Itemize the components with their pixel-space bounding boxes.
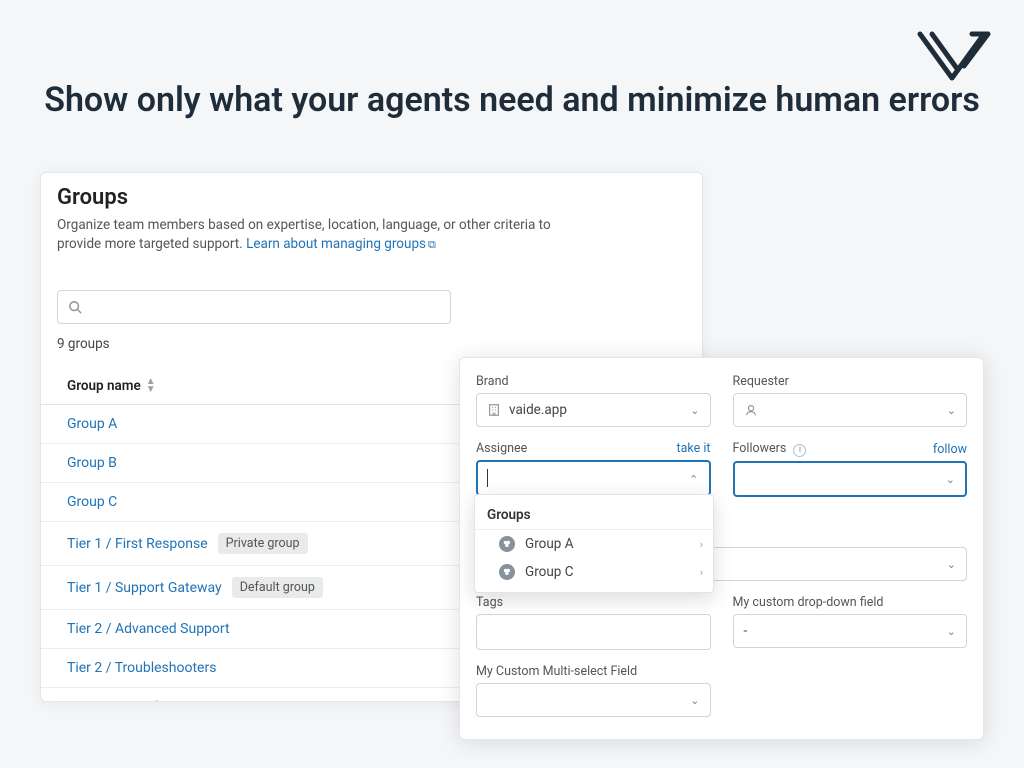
group-link[interactable]: Tier 2 / Advanced Support bbox=[67, 621, 230, 637]
page-headline: Show only what your agents need and mini… bbox=[0, 78, 1024, 122]
followers-select[interactable]: ⌄ bbox=[733, 461, 968, 497]
group-link[interactable]: Tier 1 / Support Gateway bbox=[67, 580, 222, 596]
learn-link[interactable]: Learn about managing groups⧉ bbox=[246, 236, 436, 252]
dropdown-heading: Groups bbox=[475, 501, 713, 529]
assignee-select[interactable]: ⌄ bbox=[476, 460, 711, 496]
groups-count: 9 groups bbox=[57, 336, 686, 352]
requester-label: Requester bbox=[733, 374, 968, 389]
groups-description: Organize team members based on expertise… bbox=[57, 216, 587, 254]
custom-dropdown-select[interactable]: - ⌄ bbox=[733, 614, 968, 648]
ticket-fields-card: Brand vaide.app ⌄ Requester ⌄ Assignee bbox=[459, 357, 984, 740]
tags-label: Tags bbox=[476, 595, 711, 610]
groups-title: Groups bbox=[57, 185, 686, 210]
user-icon bbox=[744, 403, 758, 417]
building-icon bbox=[487, 403, 501, 417]
chevron-down-icon: ⌄ bbox=[690, 404, 699, 417]
chevron-down-icon: ⌄ bbox=[947, 625, 956, 638]
chevron-down-icon: ⌄ bbox=[690, 694, 699, 707]
tags-input[interactable] bbox=[476, 614, 711, 650]
group-link[interactable]: Group C bbox=[67, 494, 117, 510]
brand-logo bbox=[914, 22, 994, 86]
assignee-input[interactable] bbox=[487, 469, 700, 487]
brand-select[interactable]: vaide.app ⌄ bbox=[476, 393, 711, 427]
chevron-right-icon: › bbox=[700, 538, 703, 551]
take-it-link[interactable]: take it bbox=[677, 441, 711, 456]
group-link[interactable]: Group A bbox=[67, 416, 117, 432]
people-icon bbox=[499, 536, 515, 552]
search-icon bbox=[68, 300, 82, 314]
group-link[interactable]: Tier 1 / First Response bbox=[67, 536, 208, 552]
assignee-dropdown: Groups Group A › Group C › bbox=[474, 494, 714, 593]
info-icon: i bbox=[793, 444, 806, 457]
requester-select[interactable]: ⌄ bbox=[733, 393, 968, 427]
dropdown-item-group-c[interactable]: Group C › bbox=[475, 558, 713, 586]
chevron-up-icon: ⌄ bbox=[689, 472, 698, 485]
chevron-right-icon: › bbox=[700, 566, 703, 579]
custom-multiselect-label: My Custom Multi-select Field bbox=[476, 664, 711, 679]
group-badge: Default group bbox=[232, 577, 323, 598]
people-icon bbox=[499, 564, 515, 580]
group-link[interactable]: Tier 3 / Critical Support bbox=[67, 699, 211, 702]
chevron-down-icon: ⌄ bbox=[947, 558, 956, 571]
dropdown-item-group-a[interactable]: Group A › bbox=[475, 530, 713, 558]
chevron-down-icon: ⌄ bbox=[946, 473, 955, 486]
sort-icon: ▲▼ bbox=[146, 378, 156, 394]
group-link[interactable]: Tier 2 / Troubleshooters bbox=[67, 660, 216, 676]
group-link[interactable]: Group B bbox=[67, 455, 117, 471]
custom-dropdown-label: My custom drop-down field bbox=[733, 595, 968, 610]
custom-multiselect[interactable]: ⌄ bbox=[476, 683, 711, 717]
external-link-icon: ⧉ bbox=[428, 238, 436, 251]
followers-label: Followers bbox=[733, 441, 787, 456]
groups-search-field[interactable] bbox=[90, 299, 440, 315]
chevron-down-icon: ⌄ bbox=[947, 404, 956, 417]
brand-label: Brand bbox=[476, 374, 711, 389]
groups-search-input[interactable] bbox=[57, 290, 451, 324]
group-badge: Private group bbox=[218, 533, 308, 554]
assignee-label: Assignee bbox=[476, 441, 527, 456]
follow-link[interactable]: follow bbox=[933, 442, 967, 457]
